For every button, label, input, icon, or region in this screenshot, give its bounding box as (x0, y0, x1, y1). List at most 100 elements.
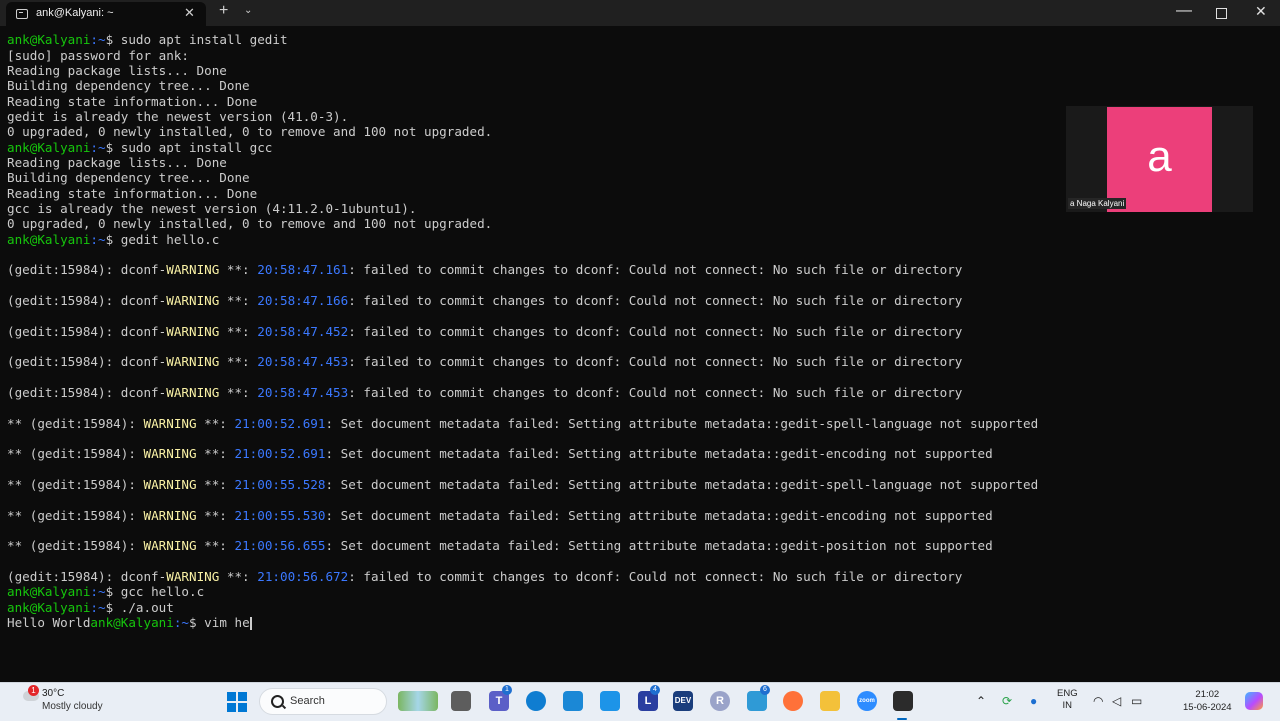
command-input[interactable]: vim he (204, 615, 250, 630)
warning-timestamp: 20:58:47.453 (257, 385, 349, 400)
warning-separator: **: (219, 569, 258, 584)
warning-prefix: (gedit:15984): dconf- (7, 569, 167, 584)
warning-timestamp: 21:00:56.655 (234, 538, 326, 553)
terminal-tab-icon (16, 9, 28, 19)
command-text: gedit hello.c (120, 232, 220, 247)
prompt-user: ank@Kalyani (7, 232, 91, 247)
taskbar-search[interactable]: Search (259, 688, 387, 715)
prompt-symbol: $ (105, 232, 121, 247)
terminal-icon[interactable] (893, 691, 913, 711)
zoom-icon[interactable]: zoom (857, 691, 877, 711)
file-explorer-icon[interactable] (820, 691, 840, 711)
system-clock[interactable]: 21:02 15-06-2024 (1183, 688, 1232, 714)
start-button[interactable] (227, 692, 247, 712)
video-participant-tile[interactable]: a a Naga Kalyani (1066, 106, 1253, 212)
warning-line: (gedit:15984): dconf-WARNING **: 20:58:4… (7, 324, 962, 339)
warning-prefix: (gedit:15984): dconf- (7, 354, 167, 369)
output-line: 0 upgraded, 0 newly installed, 0 to remo… (7, 216, 493, 231)
warning-message: : failed to commit changes to dconf: Cou… (348, 262, 963, 277)
output-line: Reading state information... Done (7, 186, 258, 201)
close-window-button[interactable]: ✕ (1255, 3, 1267, 20)
language-indicator[interactable]: ENG IN (1057, 688, 1078, 712)
volume-icon[interactable]: ◁ (1112, 694, 1121, 708)
warning-message: : Set document metadata failed: Setting … (325, 446, 993, 461)
warning-line: ** (gedit:15984): WARNING **: 21:00:52.6… (7, 446, 993, 461)
warning-prefix: (gedit:15984): dconf- (7, 262, 167, 277)
widget-landscape-icon[interactable] (398, 691, 438, 711)
warning-line: ** (gedit:15984): WARNING **: 21:00:56.6… (7, 538, 993, 553)
weather-temperature: 30°C (42, 688, 65, 699)
warning-level: WARNING (166, 354, 220, 369)
notification-badge: 1 (28, 685, 39, 696)
chevron-up-icon[interactable]: ⌃ (976, 694, 986, 708)
prompt-line: ank@Kalyani:~$ ./a.out (7, 600, 174, 615)
warning-line: (gedit:15984): dconf-WARNING **: 20:58:4… (7, 262, 962, 277)
copilot-icon[interactable] (1245, 692, 1263, 710)
battery-icon[interactable]: ▭ (1131, 694, 1142, 708)
prompt-user: ank@Kalyani (7, 600, 91, 615)
devhome-icon[interactable]: DEV (673, 691, 693, 711)
prompt-user: ank@Kalyani (7, 140, 91, 155)
warning-line: (gedit:15984): dconf-WARNING **: 20:58:4… (7, 293, 962, 308)
microphone-icon[interactable]: ● (1030, 694, 1037, 708)
warning-level: WARNING (143, 416, 197, 431)
warning-timestamp: 21:00:55.530 (234, 508, 326, 523)
tab-close-icon[interactable]: ✕ (184, 5, 195, 21)
command-text: sudo apt install gedit (120, 32, 288, 47)
task-view-icon[interactable] (451, 691, 471, 711)
prompt-user: ank@Kalyani (7, 584, 91, 599)
tab-dropdown-chevron-icon[interactable]: ⌄ (244, 5, 252, 16)
warning-message: : failed to commit changes to dconf: Cou… (348, 293, 963, 308)
photos-icon[interactable] (600, 691, 620, 711)
output-line: gedit is already the newest version (41.… (7, 109, 349, 124)
warning-timestamp: 20:58:47.166 (257, 293, 349, 308)
app-badge-count: 6 (760, 685, 770, 695)
warning-prefix: (gedit:15984): dconf- (7, 293, 167, 308)
prompt-path: :~ (90, 584, 106, 599)
prompt-symbol: $ (105, 584, 121, 599)
warning-message: : failed to commit changes to dconf: Cou… (348, 354, 963, 369)
warning-separator: **: (196, 508, 235, 523)
text-cursor (249, 617, 252, 630)
prompt-line: ank@Kalyani:~$ gcc hello.c (7, 584, 204, 599)
prompt-line: ank@Kalyani:~$ gedit hello.c (7, 232, 219, 247)
warning-timestamp: 20:58:47.161 (257, 262, 349, 277)
warning-prefix: ** (gedit:15984): (7, 538, 144, 553)
warning-line: (gedit:15984): dconf-WARNING **: 20:58:4… (7, 385, 962, 400)
output-line: Building dependency tree... Done (7, 170, 250, 185)
warning-separator: **: (219, 262, 258, 277)
store-icon[interactable] (563, 691, 583, 711)
minimize-button[interactable]: — (1176, 2, 1192, 20)
output-line: Reading package lists... Done (7, 63, 227, 78)
warning-prefix: ** (gedit:15984): (7, 446, 144, 461)
prompt-symbol: $ (105, 600, 121, 615)
prompt-user: ank@Kalyani (7, 32, 91, 47)
title-bar: ank@Kalyani: ~ ✕ + ⌄ — ✕ (0, 0, 1280, 26)
new-tab-button[interactable]: + (219, 2, 228, 20)
firefox-icon[interactable] (783, 691, 803, 711)
warning-level: WARNING (166, 569, 220, 584)
app-l-badge: 4 (650, 685, 660, 695)
terminal-tab[interactable]: ank@Kalyani: ~ ✕ (6, 2, 206, 26)
prompt-symbol: $ (105, 140, 121, 155)
current-input-line[interactable]: Hello Worldank@Kalyani:~$ vim he (7, 615, 252, 630)
warning-level: WARNING (143, 538, 197, 553)
r-app-icon[interactable]: R (710, 691, 730, 711)
edge-icon[interactable] (526, 691, 546, 711)
wifi-icon[interactable]: ◠ (1093, 694, 1103, 708)
warning-line: ** (gedit:15984): WARNING **: 21:00:52.6… (7, 416, 1038, 431)
sync-icon[interactable]: ⟳ (1002, 694, 1012, 708)
prompt-path: :~ (90, 32, 106, 47)
tab-title: ank@Kalyani: ~ (36, 7, 114, 19)
warning-line: ** (gedit:15984): WARNING **: 21:00:55.5… (7, 508, 993, 523)
warning-level: WARNING (143, 477, 197, 492)
warning-message: : Set document metadata failed: Setting … (325, 538, 993, 553)
warning-prefix: ** (gedit:15984): (7, 477, 144, 492)
warning-separator: **: (196, 416, 235, 431)
maximize-button[interactable] (1216, 8, 1227, 19)
warning-timestamp: 21:00:52.691 (234, 446, 326, 461)
warning-separator: **: (219, 293, 258, 308)
prompt-symbol: $ (105, 32, 121, 47)
warning-timestamp: 20:58:47.453 (257, 354, 349, 369)
prompt-path: :~ (90, 600, 106, 615)
